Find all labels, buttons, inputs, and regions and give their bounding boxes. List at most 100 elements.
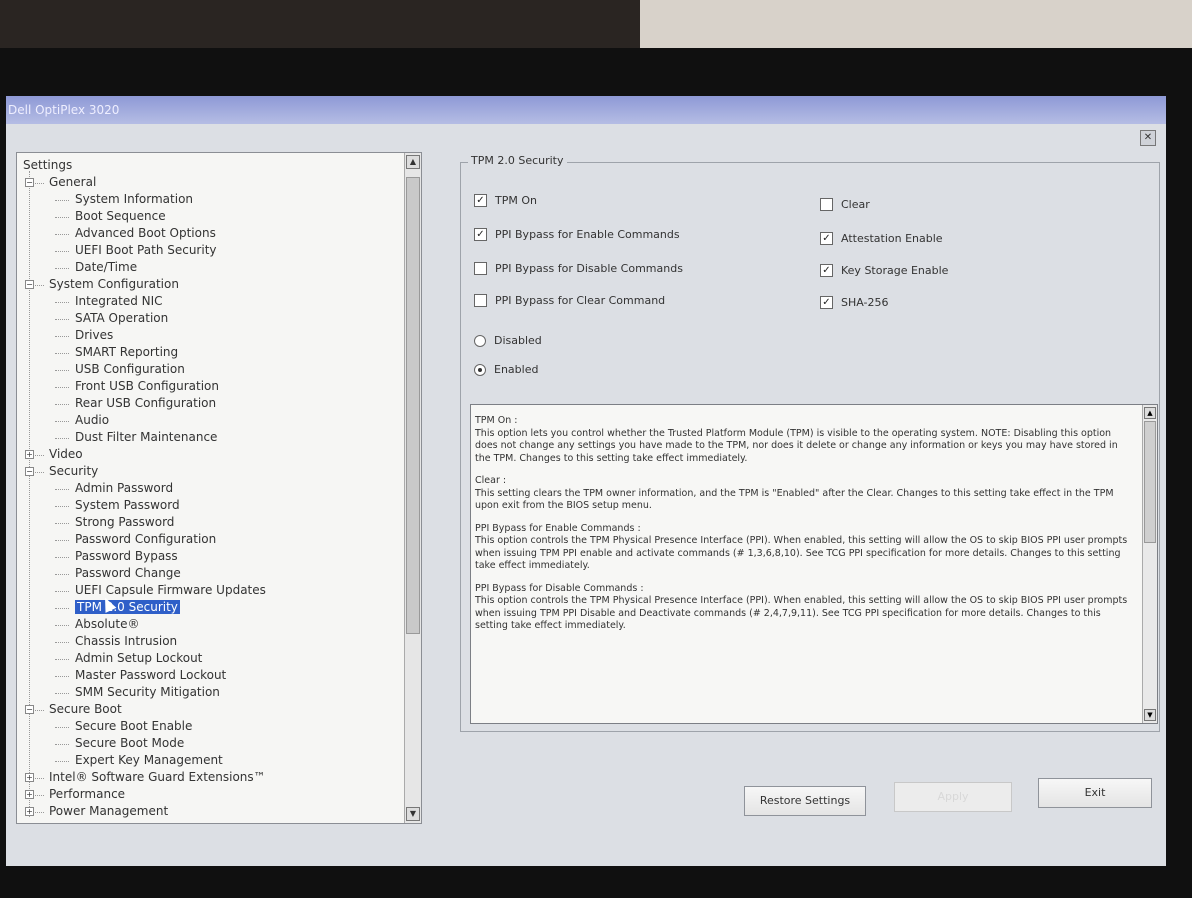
tree-item-system-configuration[interactable]: System Configuration <box>49 276 179 293</box>
tree-item-label: Dust Filter Maintenance <box>75 430 218 444</box>
tree-item-strong-password[interactable]: Strong Password <box>75 514 174 531</box>
key-storage-enable-checkbox[interactable]: ✓ Key Storage Enable <box>820 264 948 277</box>
help-scroll-up-icon[interactable]: ▲ <box>1144 407 1156 419</box>
restore-settings-button[interactable]: Restore Settings <box>744 786 866 816</box>
tree-connector <box>55 336 69 337</box>
help-scroll-thumb[interactable] <box>1144 421 1156 543</box>
checkbox-checked-icon[interactable]: ✓ <box>820 232 833 245</box>
tree-connector <box>55 540 69 541</box>
tree-item-tpm-2-0-security[interactable]: TPM 2.0 Security <box>75 599 180 616</box>
tree-connector <box>55 421 69 422</box>
help-scroll-down-icon[interactable]: ▼ <box>1144 709 1156 721</box>
radio-button-icon[interactable] <box>474 334 486 347</box>
tree-item-front-usb-configuration[interactable]: Front USB Configuration <box>75 378 219 395</box>
tree-item-expert-key-management[interactable]: Expert Key Management <box>75 752 223 769</box>
tree-item-drives[interactable]: Drives <box>75 327 113 344</box>
checkbox-unchecked-icon[interactable] <box>474 294 487 307</box>
collapse-icon[interactable]: − <box>25 467 34 476</box>
collapse-icon[interactable]: − <box>25 178 34 187</box>
tree-connector <box>55 353 69 354</box>
tree-item-usb-configuration[interactable]: USB Configuration <box>75 361 185 378</box>
tree-item-secure-boot[interactable]: Secure Boot <box>49 701 122 718</box>
attestation-enable-checkbox[interactable]: ✓ Attestation Enable <box>820 232 943 245</box>
scroll-up-icon[interactable]: ▲ <box>406 155 420 169</box>
checkbox-checked-icon[interactable]: ✓ <box>474 228 487 241</box>
tree-item-label: Security <box>49 464 99 478</box>
sha-256-checkbox[interactable]: ✓ SHA-256 <box>820 296 889 309</box>
expand-icon[interactable]: + <box>25 790 34 799</box>
tree-item-label: Admin Setup Lockout <box>75 651 203 665</box>
help-paragraph: Clear : This setting clears the TPM owne… <box>475 475 1114 511</box>
tree-item-label: System Configuration <box>49 277 179 291</box>
help-scrollbar[interactable]: ▲ ▼ <box>1142 405 1157 723</box>
tree-connector <box>55 744 69 745</box>
expand-icon[interactable]: + <box>25 450 34 459</box>
checkbox-checked-icon[interactable]: ✓ <box>820 296 833 309</box>
tree-item-password-bypass[interactable]: Password Bypass <box>75 548 178 565</box>
clear-checkbox[interactable]: Clear <box>820 198 870 211</box>
tree-item-rear-usb-configuration[interactable]: Rear USB Configuration <box>75 395 216 412</box>
tree-item-date-time[interactable]: Date/Time <box>75 259 137 276</box>
tree-item-admin-password[interactable]: Admin Password <box>75 480 173 497</box>
option-label: Clear <box>841 198 870 211</box>
tree-item-password-change[interactable]: Password Change <box>75 565 181 582</box>
tree-item-performance[interactable]: Performance <box>49 786 125 803</box>
tree-item-master-password-lockout[interactable]: Master Password Lockout <box>75 667 226 684</box>
tree-item-sata-operation[interactable]: SATA Operation <box>75 310 168 327</box>
tree-item-security[interactable]: Security <box>49 463 98 480</box>
checkbox-unchecked-icon[interactable] <box>820 198 833 211</box>
tree-item-general[interactable]: General <box>49 174 96 191</box>
option-label: PPI Bypass for Enable Commands <box>495 228 680 241</box>
tree-connector <box>55 234 69 235</box>
tree-item-label: Front USB Configuration <box>75 379 219 393</box>
tree-item-label: Rear USB Configuration <box>75 396 217 410</box>
radio-button-icon[interactable] <box>474 363 486 376</box>
tree-connector <box>55 217 69 218</box>
tree-item-secure-boot-mode[interactable]: Secure Boot Mode <box>75 735 184 752</box>
tree-root[interactable]: Settings <box>23 157 72 174</box>
tree-item-power-management[interactable]: Power Management <box>49 803 168 820</box>
checkbox-checked-icon[interactable]: ✓ <box>820 264 833 277</box>
tree-item-video[interactable]: Video <box>49 446 83 463</box>
checkbox-checked-icon[interactable]: ✓ <box>474 194 487 207</box>
tree-item-chassis-intrusion[interactable]: Chassis Intrusion <box>75 633 177 650</box>
apply-button[interactable]: Apply <box>894 782 1012 812</box>
tree-item-uefi-capsule-firmware-updates[interactable]: UEFI Capsule Firmware Updates <box>75 582 266 599</box>
tree-item-system-password[interactable]: System Password <box>75 497 180 514</box>
tree-item-system-information[interactable]: System Information <box>75 191 193 208</box>
disabled-radio[interactable]: Disabled <box>474 334 542 347</box>
tree-item-smart-reporting[interactable]: SMART Reporting <box>75 344 178 361</box>
collapse-icon[interactable]: − <box>25 705 34 714</box>
option-label: SHA-256 <box>841 296 889 309</box>
ppi-bypass-for-disable-commands-checkbox[interactable]: PPI Bypass for Disable Commands <box>474 262 683 275</box>
expand-icon[interactable]: + <box>25 773 34 782</box>
tree-item-uefi-boot-path-security[interactable]: UEFI Boot Path Security <box>75 242 217 259</box>
checkbox-unchecked-icon[interactable] <box>474 262 487 275</box>
tree-item-integrated-nic[interactable]: Integrated NIC <box>75 293 163 310</box>
tree-item-absolute[interactable]: Absolute® <box>75 616 139 633</box>
tree-item-password-configuration[interactable]: Password Configuration <box>75 531 216 548</box>
tpm-on-checkbox[interactable]: ✓ TPM On <box>474 194 537 207</box>
tree-item-smm-security-mitigation[interactable]: SMM Security Mitigation <box>75 684 220 701</box>
expand-icon[interactable]: + <box>25 807 34 816</box>
scroll-down-icon[interactable]: ▼ <box>406 807 420 821</box>
enabled-radio[interactable]: Enabled <box>474 363 538 376</box>
collapse-icon[interactable]: − <box>25 280 34 289</box>
tree-connector <box>55 727 69 728</box>
tree-item-audio[interactable]: Audio <box>75 412 109 429</box>
tree-item-secure-boot-enable[interactable]: Secure Boot Enable <box>75 718 192 735</box>
tree-connector <box>55 574 69 575</box>
tree-scrollbar[interactable]: ▲ ▼ <box>404 153 421 823</box>
tree-item-admin-setup-lockout[interactable]: Admin Setup Lockout <box>75 650 202 667</box>
tree-item-intel-software-guard-extensions[interactable]: Intel® Software Guard Extensions™ <box>49 769 266 786</box>
exit-button[interactable]: Exit <box>1038 778 1152 808</box>
tree-item-dust-filter-maintenance[interactable]: Dust Filter Maintenance <box>75 429 217 446</box>
close-icon[interactable]: ✕ <box>1140 130 1156 146</box>
ppi-bypass-for-clear-command-checkbox[interactable]: PPI Bypass for Clear Command <box>474 294 665 307</box>
tree-item-advanced-boot-options[interactable]: Advanced Boot Options <box>75 225 216 242</box>
tree-item-boot-sequence[interactable]: Boot Sequence <box>75 208 166 225</box>
ppi-bypass-for-enable-commands-checkbox[interactable]: ✓ PPI Bypass for Enable Commands <box>474 228 680 241</box>
scroll-thumb[interactable] <box>406 177 420 634</box>
tree-connector <box>55 557 69 558</box>
help-paragraph: TPM On : This option lets you control wh… <box>475 415 1118 464</box>
